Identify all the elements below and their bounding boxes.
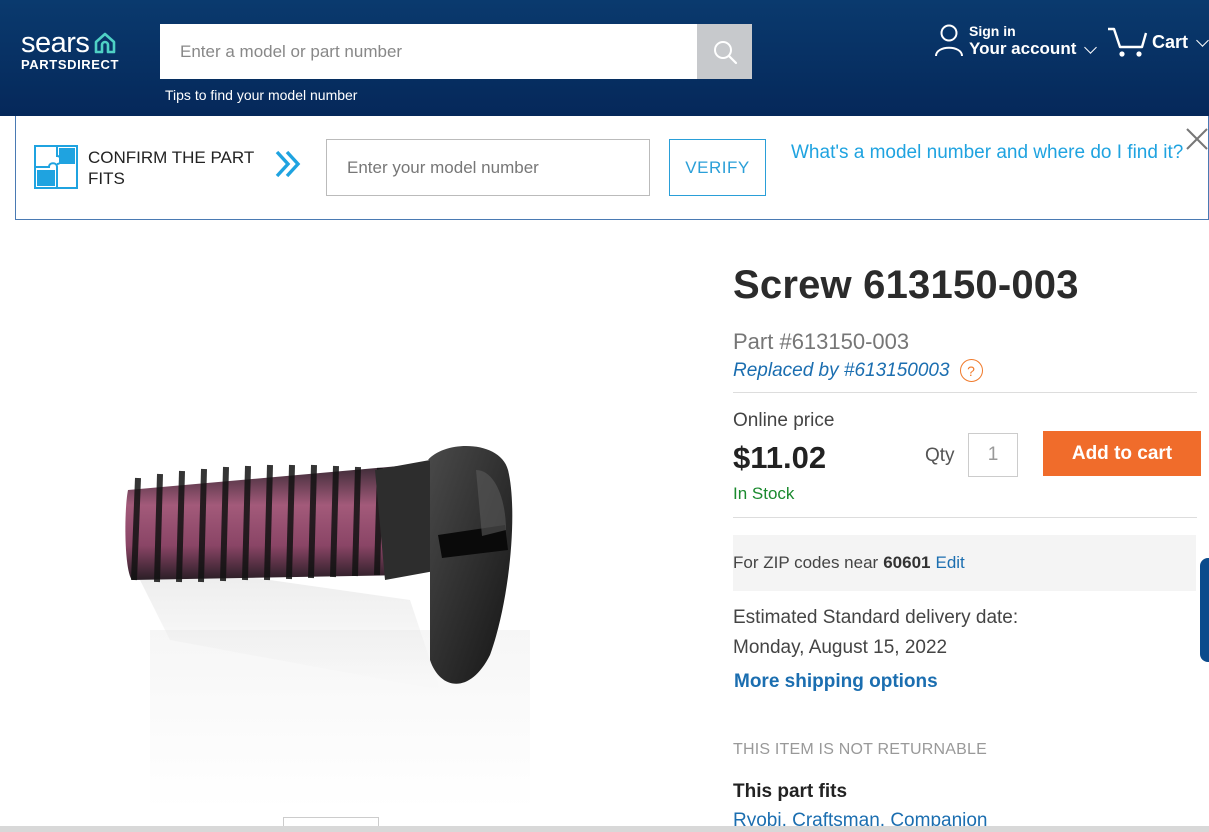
logo-word: sears bbox=[21, 27, 90, 59]
site-header: sears PARTSDIRECT Tips to find your mode… bbox=[0, 0, 1209, 116]
cart-button[interactable]: Cart bbox=[1106, 25, 1209, 59]
product-title: Screw 613150-003 bbox=[733, 263, 1079, 307]
feedback-side-tab[interactable] bbox=[1200, 558, 1209, 662]
confirm-part-title: CONFIRM THE PART FITS bbox=[88, 148, 254, 188]
more-shipping-options-link[interactable]: More shipping options bbox=[734, 671, 938, 693]
search-bar bbox=[160, 24, 752, 79]
add-to-cart-button[interactable]: Add to cart bbox=[1043, 431, 1201, 476]
horizontal-scrollbar[interactable] bbox=[0, 826, 1209, 832]
qty-label: Qty bbox=[925, 445, 955, 466]
stock-status: In Stock bbox=[733, 484, 795, 503]
search-input[interactable] bbox=[160, 24, 697, 79]
divider bbox=[733, 392, 1197, 393]
zip-prefix: For ZIP codes near bbox=[733, 553, 879, 572]
logo-subtitle: PARTSDIRECT bbox=[21, 57, 120, 72]
home-logo-icon bbox=[95, 32, 116, 54]
price: $11.02 bbox=[733, 440, 827, 475]
chevron-down-icon bbox=[1196, 33, 1209, 47]
account-menu[interactable]: Sign in Your account bbox=[934, 23, 1098, 59]
not-returnable-notice: THIS ITEM IS NOT RETURNABLE bbox=[733, 741, 988, 758]
chevron-down-icon bbox=[1084, 40, 1098, 54]
sears-partsdirect-logo[interactable]: sears PARTSDIRECT bbox=[21, 28, 119, 72]
online-price-label: Online price bbox=[733, 410, 835, 431]
model-number-input[interactable] bbox=[326, 139, 650, 196]
close-icon[interactable] bbox=[1184, 126, 1209, 152]
your-account-label: Your account bbox=[969, 39, 1077, 58]
search-icon bbox=[713, 40, 737, 64]
puzzle-icon bbox=[34, 145, 78, 189]
part-fits-heading: This part fits bbox=[733, 781, 848, 802]
verify-button[interactable]: VERIFY bbox=[669, 139, 766, 196]
model-number-help-link[interactable]: What's a model number and where do I fin… bbox=[791, 138, 1191, 168]
cart-label: Cart bbox=[1152, 31, 1189, 52]
confirm-part-fits-bar: CONFIRM THE PART FITS VERIFY What's a mo… bbox=[15, 116, 1209, 220]
double-chevron-right-icon bbox=[275, 150, 301, 178]
delivery-estimate: Estimated Standard delivery date: Monday… bbox=[733, 603, 1018, 663]
replaced-by-text: Replaced by #613150003 bbox=[733, 359, 950, 381]
delivery-label: Estimated Standard delivery date: bbox=[733, 607, 1019, 628]
tips-link[interactable]: Tips to find your model number bbox=[165, 87, 357, 103]
delivery-date: Monday, August 15, 2022 bbox=[733, 637, 948, 658]
product-image[interactable] bbox=[110, 430, 530, 810]
zip-code-box: For ZIP codes near 60601 Edit bbox=[733, 535, 1196, 591]
user-icon bbox=[935, 24, 963, 57]
cart-icon bbox=[1108, 27, 1148, 57]
replaced-by-link[interactable]: Replaced by #613150003 ? bbox=[733, 359, 983, 382]
zip-code: 60601 bbox=[883, 553, 931, 572]
divider bbox=[733, 517, 1197, 518]
help-icon[interactable]: ? bbox=[959, 359, 983, 382]
zip-edit-link[interactable]: Edit bbox=[935, 553, 964, 573]
sign-in-label: Sign in bbox=[969, 23, 1016, 39]
quantity-input[interactable] bbox=[968, 433, 1018, 477]
search-button[interactable] bbox=[697, 24, 752, 79]
part-number: Part #613150-003 bbox=[733, 329, 910, 354]
